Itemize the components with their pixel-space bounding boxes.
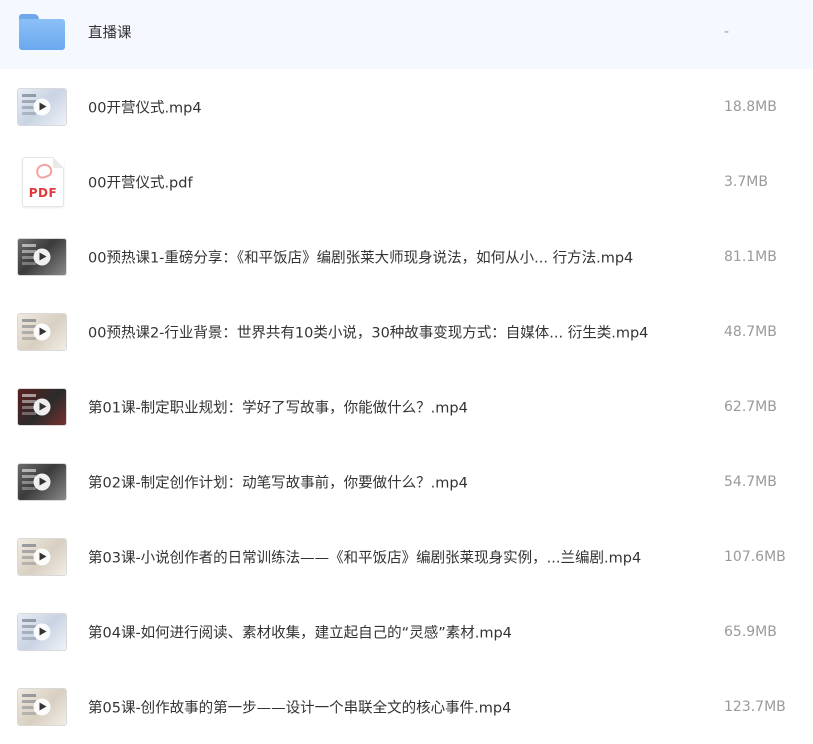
play-icon (33, 323, 51, 340)
file-name: 第01课-制定职业规划：学好了写故事，你能做什么？.mp4 (88, 400, 468, 416)
play-icon (33, 473, 51, 490)
folder-icon (19, 13, 65, 50)
file-size: 65.9MB (724, 623, 777, 640)
file-size: 81.1MB (724, 248, 777, 265)
file-size: 62.7MB (724, 398, 777, 415)
file-name: 00预热课2-行业背景：世界共有10类小说，30种故事变现方式：自媒体... 衍… (88, 325, 649, 341)
pdf-icon-label: PDF (28, 185, 58, 200)
play-icon (33, 623, 51, 640)
play-icon (33, 548, 51, 565)
file-list: 直播课 - 00开营仪式.mp4 18.8MB PDF 00开营仪式.pdf 3… (0, 0, 813, 729)
video-thumbnail-icon (18, 238, 66, 275)
file-row-video[interactable]: 00预热课2-行业背景：世界共有10类小说，30种故事变现方式：自媒体... 衍… (0, 294, 813, 369)
file-size: 48.7MB (724, 323, 777, 340)
file-row-video[interactable]: 第04课-如何进行阅读、素材收集，建立起自己的“灵感”素材.mp4 65.9MB (0, 594, 813, 669)
file-row-video[interactable]: 第01课-制定职业规划：学好了写故事，你能做什么？.mp4 62.7MB (0, 369, 813, 444)
file-size: 107.6MB (724, 548, 786, 565)
file-name: 第04课-如何进行阅读、素材收集，建立起自己的“灵感”素材.mp4 (88, 625, 512, 641)
play-icon (33, 248, 51, 265)
file-row-folder[interactable]: 直播课 - (0, 0, 813, 69)
file-size: 3.7MB (724, 173, 768, 190)
file-size: - (724, 23, 730, 40)
video-thumbnail-icon (18, 88, 66, 125)
pdf-icon: PDF (22, 156, 64, 207)
file-row-video[interactable]: 00开营仪式.mp4 18.8MB (0, 69, 813, 144)
file-row-pdf[interactable]: PDF 00开营仪式.pdf 3.7MB (0, 144, 813, 219)
file-size: 54.7MB (724, 473, 777, 490)
file-row-video[interactable]: 00预热课1-重磅分享：《和平饭店》编剧张莱大师现身说法，如何从小... 行方法… (0, 219, 813, 294)
play-icon (33, 698, 51, 715)
file-name: 第02课-制定创作计划：动笔写故事前，你要做什么？.mp4 (88, 475, 468, 491)
video-thumbnail-icon (18, 463, 66, 500)
video-thumbnail-icon (18, 538, 66, 575)
video-thumbnail-icon (18, 613, 66, 650)
file-name: 00开营仪式.pdf (88, 175, 193, 191)
file-row-video[interactable]: 第02课-制定创作计划：动笔写故事前，你要做什么？.mp4 54.7MB (0, 444, 813, 519)
video-thumbnail-icon (18, 313, 66, 350)
video-thumbnail-icon (18, 688, 66, 725)
file-size: 18.8MB (724, 98, 777, 115)
file-name: 第03课-小说创作者的日常训练法——《和平饭店》编剧张莱现身实例，...兰编剧.… (88, 550, 642, 566)
file-name: 直播课 (88, 25, 132, 41)
play-icon (33, 98, 51, 115)
file-name: 00预热课1-重磅分享：《和平饭店》编剧张莱大师现身说法，如何从小... 行方法… (88, 250, 634, 266)
video-thumbnail-icon (18, 388, 66, 425)
play-icon (33, 398, 51, 415)
file-row-video[interactable]: 第05课-创作故事的第一步——设计一个串联全文的核心事件.mp4 123.7MB (0, 669, 813, 744)
file-size: 123.7MB (724, 698, 786, 715)
file-name: 00开营仪式.mp4 (88, 100, 202, 116)
file-name: 第05课-创作故事的第一步——设计一个串联全文的核心事件.mp4 (88, 700, 512, 716)
file-row-video[interactable]: 第03课-小说创作者的日常训练法——《和平饭店》编剧张莱现身实例，...兰编剧.… (0, 519, 813, 594)
